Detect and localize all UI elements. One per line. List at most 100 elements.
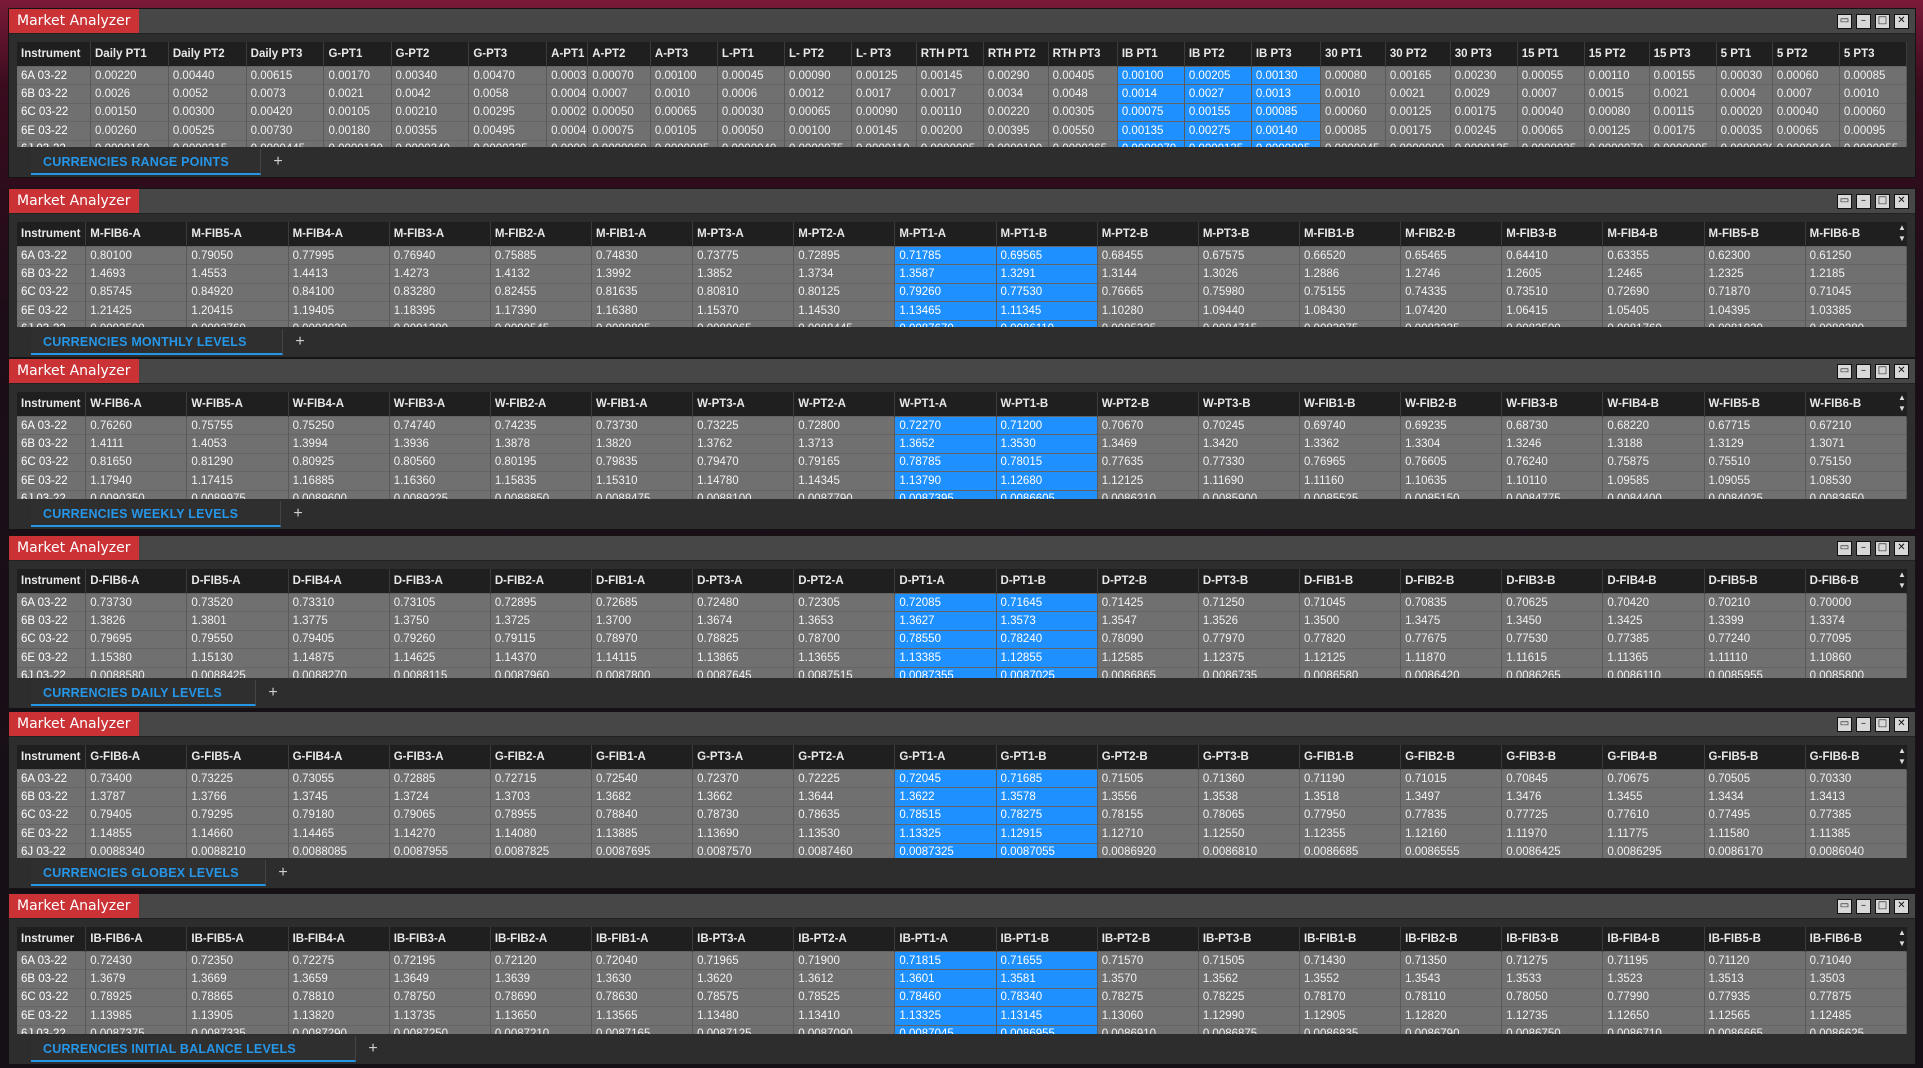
column-header[interactable]: A-PT1 (546, 42, 589, 67)
table-row[interactable]: 6A 03-22 0.00220 0.00440 0.00615 0.00170 0.00… (17, 65, 1907, 85)
column-header[interactable]: 15 PT2 (1584, 42, 1650, 67)
column-header[interactable]: G-PT1-A (894, 745, 997, 770)
column-header[interactable]: IB-PT2-B (1097, 927, 1199, 952)
maximize-button[interactable]: □ (1875, 364, 1890, 379)
title-bar[interactable]: Market Analyzer ▭ – □ ✕ (9, 536, 1915, 561)
column-header[interactable]: IB-FIB3-B (1501, 927, 1604, 952)
table-row[interactable]: 6C 03-22 0.79405 0.79295 0.79180 0.79065 0.78… (17, 805, 1907, 825)
column-header[interactable]: M-FIB3-B (1501, 222, 1604, 247)
column-header[interactable]: G-PT1 (323, 42, 392, 67)
column-header[interactable]: M-FIB4-A (288, 222, 390, 247)
minimize-button[interactable]: – (1856, 194, 1871, 209)
maximize-button[interactable]: □ (1875, 541, 1890, 556)
column-header[interactable]: D-PT2-A (793, 569, 896, 594)
column-header[interactable]: G-FIB3-A (389, 745, 491, 770)
column-header[interactable]: G-FIB1-A (591, 745, 694, 770)
table-row[interactable]: 6E 03-22 1.21425 1.20415 1.19405 1.18395 1.17… (17, 301, 1907, 321)
title-bar[interactable]: Market Analyzer ▭ – □ ✕ (9, 189, 1915, 214)
close-button[interactable]: ✕ (1894, 364, 1909, 379)
column-header[interactable]: 5 PT1 (1716, 42, 1773, 67)
column-header[interactable]: 30 PT1 (1320, 42, 1386, 67)
restore-window-button[interactable]: ▭ (1837, 899, 1852, 914)
column-header[interactable]: W-PT1-A (894, 392, 997, 417)
tab-active[interactable]: CURRENCIES RANGE POINTS (31, 149, 261, 175)
column-header[interactable]: M-FIB6-B (1805, 222, 1907, 247)
column-header[interactable]: D-PT3-A (692, 569, 795, 594)
column-header[interactable]: IB PT3 (1251, 42, 1322, 67)
table-row[interactable]: 6J 03-220.00935000.00927600.00920200.009… (17, 319, 1907, 327)
column-header[interactable]: W-PT2-B (1097, 392, 1199, 417)
minimize-button[interactable]: – (1856, 717, 1871, 732)
column-header[interactable]: D-FIB5-A (186, 569, 289, 594)
column-header[interactable]: IB-PT3-B (1198, 927, 1300, 952)
column-header[interactable]: IB PT1 (1117, 42, 1185, 67)
column-header[interactable]: G-PT1-B (996, 745, 1098, 770)
column-header[interactable]: D-FIB1-A (591, 569, 694, 594)
column-header[interactable]: W-FIB1-A (591, 392, 694, 417)
column-header[interactable]: D-PT1-B (996, 569, 1098, 594)
column-header[interactable]: G-FIB6-B (1805, 745, 1907, 770)
column-header[interactable]: L-PT1 (717, 42, 785, 67)
table-row[interactable]: 6B 03-22 1.4693 1.4553 1.4413 1.4273 1.4132 1.… (17, 264, 1907, 284)
column-header[interactable]: D-FIB4-B (1602, 569, 1705, 594)
column-header[interactable]: W-FIB1-B (1299, 392, 1402, 417)
column-header[interactable]: Daily PT1 (90, 42, 169, 67)
table-row[interactable]: 6A 03-22 0.73400 0.73225 0.73055 0.72885 0.72… (17, 768, 1907, 788)
column-header[interactable]: IB-FIB2-A (490, 927, 592, 952)
column-header[interactable]: 30 PT2 (1385, 42, 1451, 67)
restore-window-button[interactable]: ▭ (1837, 717, 1852, 732)
column-header[interactable]: M-FIB2-B (1400, 222, 1503, 247)
column-header[interactable]: RTH PT2 (983, 42, 1049, 67)
table-row[interactable]: 6A 03-22 0.80100 0.79050 0.77995 0.76940 0.75… (17, 245, 1907, 265)
table-row[interactable]: 6C 03-22 0.00150 0.00300 0.00420 0.00105 0.00… (17, 102, 1907, 122)
column-header[interactable]: IB-PT1-B (996, 927, 1098, 952)
table-row[interactable]: 6B 03-22 1.4111 1.4053 1.3994 1.3936 1.3878 1.… (17, 434, 1907, 454)
column-header[interactable]: W-FIB2-B (1400, 392, 1503, 417)
add-tab-button[interactable]: + (269, 153, 287, 171)
column-header[interactable]: IB-FIB3-A (389, 927, 491, 952)
column-header[interactable]: D-FIB5-B (1704, 569, 1806, 594)
column-header[interactable]: IB-FIB1-A (591, 927, 694, 952)
column-header[interactable]: 15 PT3 (1649, 42, 1717, 67)
column-header[interactable]: M-PT2-B (1097, 222, 1199, 247)
table-row[interactable]: 6J 03-220.00873750.00873350.00872900.008… (17, 1024, 1907, 1034)
column-header[interactable]: A-PT3 (650, 42, 718, 67)
column-header[interactable]: 15 PT1 (1517, 42, 1585, 67)
column-header[interactable]: D-FIB2-A (490, 569, 592, 594)
column-header[interactable]: W-FIB5-A (186, 392, 289, 417)
table-row[interactable]: 6J 03-22 0.0088580 0.0088425 0.0088270 0.008… (17, 666, 1907, 678)
column-header[interactable]: D-PT1-A (894, 569, 997, 594)
maximize-button[interactable]: □ (1875, 14, 1890, 29)
column-header[interactable]: G-FIB5-A (186, 745, 289, 770)
tab-active[interactable]: CURRENCIES DAILY LEVELS (31, 680, 256, 706)
maximize-button[interactable]: □ (1875, 899, 1890, 914)
column-header[interactable]: Instrument (17, 42, 91, 67)
title-bar[interactable]: Market Analyzer ▭ – □ ✕ (9, 894, 1915, 919)
column-header[interactable]: M-FIB1-B (1299, 222, 1402, 247)
column-header[interactable]: IB-FIB4-A (288, 927, 390, 952)
restore-window-button[interactable]: ▭ (1837, 194, 1852, 209)
column-header[interactable]: G-FIB2-A (490, 745, 592, 770)
column-header[interactable]: D-PT2-B (1097, 569, 1199, 594)
column-header[interactable]: Instrument (17, 392, 87, 417)
column-header[interactable]: G-PT3-A (692, 745, 795, 770)
title-bar[interactable]: Market Analyzer ▭ – □ ✕ (9, 9, 1915, 34)
column-header[interactable]: D-FIB2-B (1400, 569, 1503, 594)
table-row[interactable]: 6E 03-22 1.13985 1.13905 1.13820 1.13735 1.13… (17, 1006, 1907, 1026)
maximize-button[interactable]: □ (1875, 717, 1890, 732)
add-tab-button[interactable]: + (264, 684, 282, 702)
add-tab-button[interactable]: + (289, 505, 307, 523)
column-header[interactable]: W-PT3-A (692, 392, 795, 417)
table-row[interactable]: 6J 03-22 0.0088340 0.0088210 0.0088085 0.008… (17, 842, 1907, 858)
table-row[interactable]: 6E 03-22 1.14855 1.14660 1.14465 1.14270 1.14… (17, 824, 1907, 844)
close-button[interactable]: ✕ (1894, 717, 1909, 732)
column-header[interactable]: Instrumer (17, 927, 87, 952)
scroll-arrows-icon[interactable]: ▲ ▼ (1897, 745, 1907, 769)
table-row[interactable]: 6A 03-22 0.73730 0.73520 0.73310 0.73105 0.72… (17, 592, 1907, 612)
table-row[interactable]: 6B 03-22 1.3679 1.3669 1.3659 1.3649 1.3639 1.… (17, 969, 1907, 989)
close-button[interactable]: ✕ (1894, 194, 1909, 209)
column-header[interactable]: Daily PT2 (168, 42, 247, 67)
column-header[interactable]: IB-PT3-A (692, 927, 795, 952)
column-header[interactable]: W-FIB6-A (85, 392, 188, 417)
table-row[interactable]: 6B 03-22 1.3787 1.3766 1.3745 1.3724 1.3703 1.… (17, 787, 1907, 807)
